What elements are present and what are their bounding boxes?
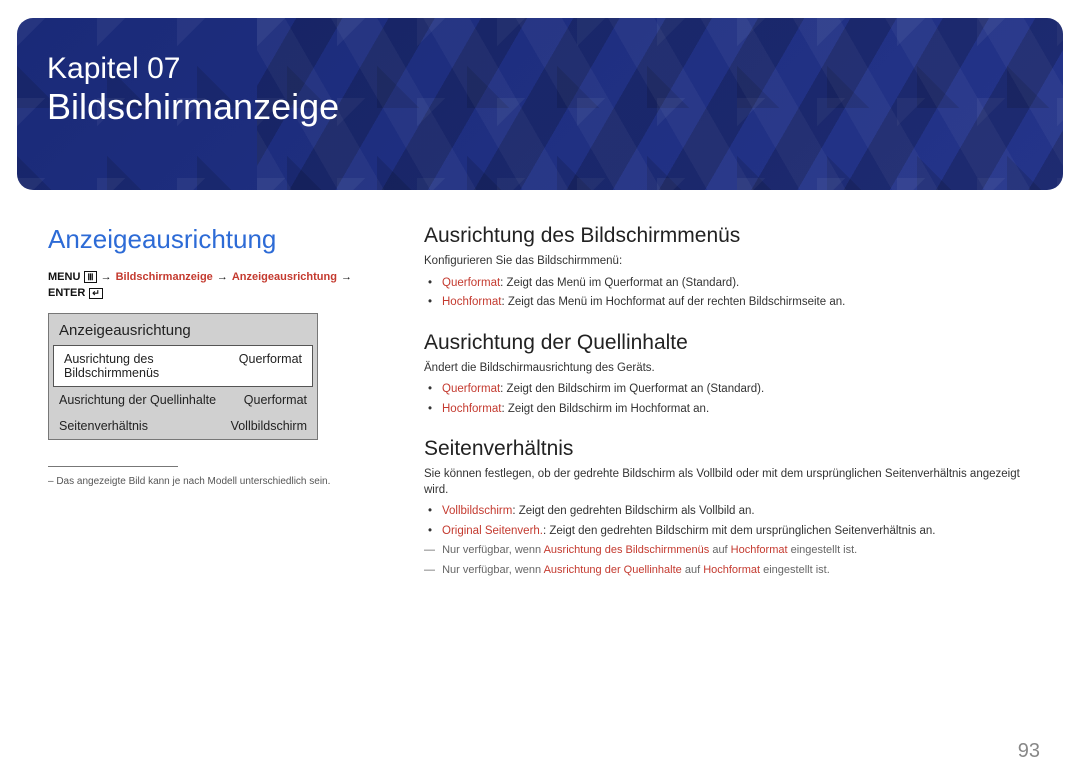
note-post: eingestellt ist. [760,564,830,576]
banner-decor [257,18,1063,190]
banner-text: Kapitel 07 Bildschirmanzeige [47,52,339,126]
bullet-item: Querformat: Zeigt das Menü im Querformat… [438,276,1042,292]
term: Vollbildschirm [442,505,512,517]
term: Hochformat [442,296,501,308]
subsection: Seitenverhältnis Sie können festlegen, o… [424,437,1042,578]
bullet-text: : Zeigt den Bildschirm im Hochformat an. [501,403,709,415]
menu-breadcrumb: MENU Ⅲ → Bildschirmanzeige → Anzeigeausr… [48,271,388,299]
note-pre: Nur verfügbar, wenn [442,544,544,556]
menu-icon: Ⅲ [84,271,96,283]
bullet-text: : Zeigt den gedrehten Bildschirm als Vol… [512,505,754,517]
bullet-item: Vollbildschirm: Zeigt den gedrehten Bild… [438,504,1042,520]
panel-row-value: Querformat [239,352,302,380]
bullet-item: Querformat: Zeigt den Bildschirm im Quer… [438,382,1042,398]
subsection-desc: Konfigurieren Sie das Bildschirmmenü: [424,254,1042,270]
breadcrumb-item: Bildschirmanzeige [116,271,213,283]
note-term: Hochformat [703,564,760,576]
arrow-icon: → [341,271,352,283]
note-pre: Nur verfügbar, wenn [442,564,544,576]
footnote-divider [48,466,178,467]
enter-icon [89,288,103,299]
panel-row[interactable]: Seitenverhältnis Vollbildschirm [49,413,317,439]
subsection-desc: Ändert die Bildschirmausrichtung des Ger… [424,361,1042,377]
settings-panel: Anzeigeausrichtung Ausrichtung des Bilds… [48,313,318,440]
panel-title: Anzeigeausrichtung [49,314,317,345]
arrow-icon: → [101,271,112,283]
footnote-text: – Das angezeigte Bild kann je nach Model… [48,475,388,488]
panel-row-selected[interactable]: Ausrichtung des Bildschirmmenüs Querform… [53,345,313,387]
chapter-banner: Kapitel 07 Bildschirmanzeige [17,18,1063,190]
section-heading: Anzeigeausrichtung [48,224,388,255]
subsection-title: Seitenverhältnis [424,437,1042,461]
note-mid: auf [682,564,703,576]
bullet-text: : Zeigt den gedrehten Bildschirm mit dem… [543,525,935,537]
bullet-text: : Zeigt das Menü im Querformat an (Stand… [500,277,739,289]
note-term: Hochformat [731,544,788,556]
note-term: Ausrichtung der Quellinhalte [544,564,682,576]
dash-icon: ― [424,544,435,556]
subsection: Ausrichtung der Quellinhalte Ändert die … [424,331,1042,418]
bullet-list: Querformat: Zeigt das Menü im Querformat… [424,276,1042,311]
breadcrumb-enter: ENTER [48,287,85,299]
bullet-list: Querformat: Zeigt den Bildschirm im Quer… [424,382,1042,417]
bullet-item: Hochformat: Zeigt das Menü im Hochformat… [438,295,1042,311]
chapter-title: Bildschirmanzeige [47,87,339,127]
panel-row-value: Querformat [244,393,307,407]
breadcrumb-menu: MENU [48,271,80,283]
dash-icon: ― [424,564,435,576]
subsection: Ausrichtung des Bildschirmmenüs Konfigur… [424,224,1042,311]
note-mid: auf [709,544,730,556]
subsection-title: Ausrichtung der Quellinhalte [424,331,1042,355]
panel-row-value: Vollbildschirm [231,419,307,433]
page-number: 93 [1018,740,1040,763]
arrow-icon: → [217,271,228,283]
note-line: ― Nur verfügbar, wenn Ausrichtung des Bi… [424,543,1042,558]
note-line: ― Nur verfügbar, wenn Ausrichtung der Qu… [424,563,1042,578]
bullet-item: Original Seitenverh.: Zeigt den gedrehte… [438,524,1042,540]
note-term: Ausrichtung des Bildschirmmenüs [544,544,710,556]
panel-row[interactable]: Ausrichtung der Quellinhalte Querformat [49,387,317,413]
panel-row-label: Ausrichtung des Bildschirmmenüs [64,352,239,380]
note-post: eingestellt ist. [788,544,858,556]
panel-row-label: Seitenverhältnis [59,419,148,433]
bullet-item: Hochformat: Zeigt den Bildschirm im Hoch… [438,402,1042,418]
chapter-number: Kapitel 07 [47,52,339,87]
panel-row-label: Ausrichtung der Quellinhalte [59,393,216,407]
term: Querformat [442,277,500,289]
subsection-desc: Sie können festlegen, ob der gedrehte Bi… [424,467,1042,498]
bullet-list: Vollbildschirm: Zeigt den gedrehten Bild… [424,504,1042,539]
breadcrumb-item: Anzeigeausrichtung [232,271,337,283]
bullet-text: : Zeigt das Menü im Hochformat auf der r… [501,296,845,308]
term: Hochformat [442,403,501,415]
bullet-text: : Zeigt den Bildschirm im Querformat an … [500,383,764,395]
term: Original Seitenverh. [442,525,543,537]
subsection-title: Ausrichtung des Bildschirmmenüs [424,224,1042,248]
term: Querformat [442,383,500,395]
